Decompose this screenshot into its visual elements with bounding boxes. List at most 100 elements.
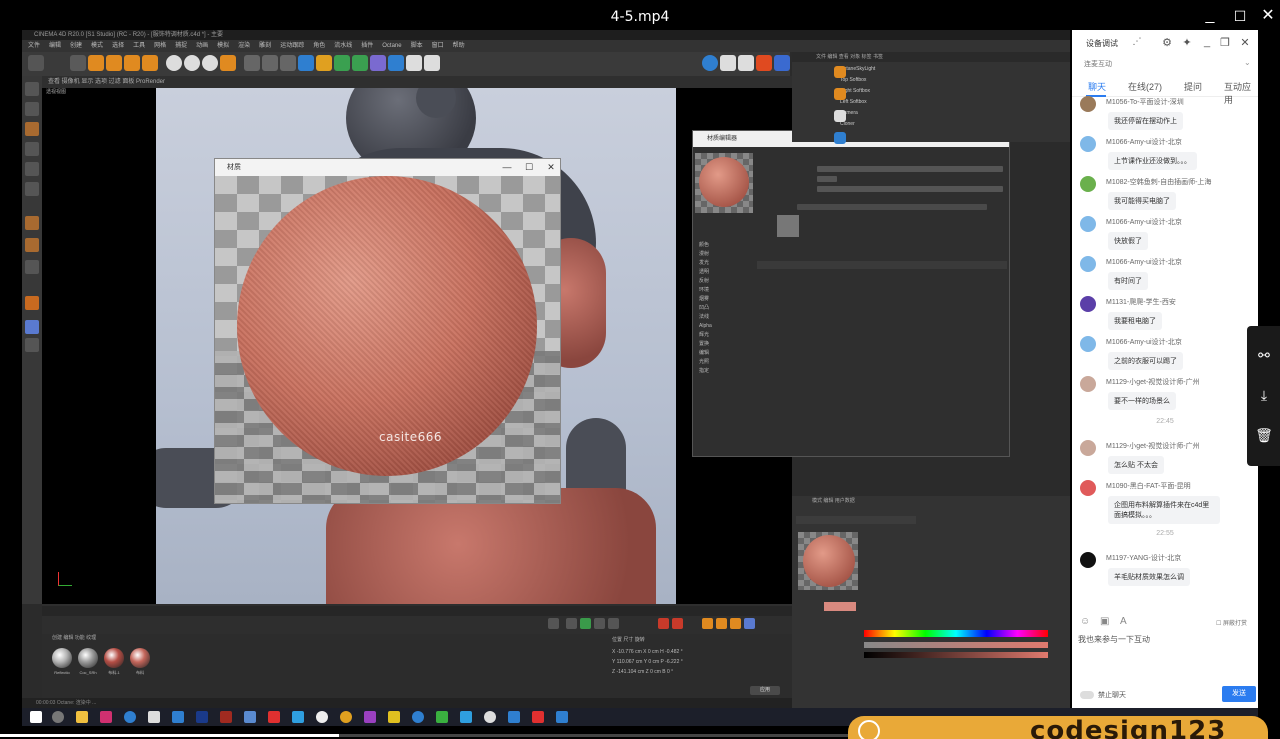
trash-icon[interactable]: 🗑 [1255, 426, 1273, 444]
go-start-icon[interactable] [548, 618, 559, 629]
chat-message-list[interactable]: M1056-To-平面设计-深圳 我还停留在摆动作上 M1066-Amy-ui设计-… [1072, 92, 1258, 612]
c4d-menu-item[interactable]: 脚本 [411, 43, 423, 49]
obs-icon[interactable] [484, 711, 496, 723]
message-author[interactable]: M1056-To-平面设计-深圳 [1106, 97, 1184, 107]
object-row[interactable]: Left Softbox [840, 99, 867, 106]
avatar[interactable] [1080, 96, 1096, 112]
rotate-icon[interactable] [124, 55, 140, 71]
chevron-down-icon[interactable]: ⌄ [1244, 58, 1251, 67]
c4d-menu-item[interactable]: 模拟 [217, 43, 229, 49]
emoji-icon[interactable]: ☺ [1080, 616, 1090, 627]
qq-icon[interactable] [292, 711, 304, 723]
camera-icon[interactable] [406, 55, 422, 71]
object-row[interactable]: Top Softbox [840, 77, 866, 84]
notes-icon[interactable] [508, 711, 520, 723]
c4d-menu-item[interactable]: 捕捉 [175, 43, 187, 49]
c4d-menu-item[interactable]: 选择 [112, 43, 124, 49]
avatar[interactable] [1080, 336, 1096, 352]
script-icon[interactable] [756, 55, 772, 71]
live-viewer-icon[interactable] [720, 55, 736, 71]
message-author[interactable]: M1066-Amy-ui设计-北京 [1106, 337, 1182, 347]
floor-icon[interactable] [388, 55, 404, 71]
edge-icon[interactable] [172, 711, 184, 723]
octane-icon[interactable] [702, 55, 718, 71]
render-icon[interactable] [262, 55, 278, 71]
channel-item[interactable]: 透明 [695, 268, 753, 277]
media-icon[interactable] [364, 711, 376, 723]
render-view-icon[interactable] [244, 55, 260, 71]
avatar[interactable] [1080, 256, 1096, 272]
message-author[interactable]: M1131-爬爬-学生-西安 [1106, 297, 1176, 307]
material-swatch[interactable] [52, 648, 72, 668]
avatar[interactable] [1080, 376, 1096, 392]
prev-frame-icon[interactable] [566, 618, 577, 629]
hue-slider[interactable] [864, 630, 1048, 637]
c4d-menu-item[interactable]: 插件 [361, 43, 373, 49]
font-icon[interactable]: A [1120, 616, 1127, 627]
c4d-menu-item[interactable]: Octane [382, 43, 401, 49]
search-icon[interactable] [52, 711, 64, 723]
grid-icon[interactable] [25, 338, 39, 352]
channel-item[interactable]: 辉光 [695, 331, 753, 340]
folder-icon[interactable] [76, 711, 88, 723]
channel-item[interactable]: 置换 [695, 340, 753, 349]
mat-maximize-button[interactable]: ☐ [519, 159, 539, 176]
light-icon[interactable] [424, 55, 440, 71]
mat-minimize-button[interactable]: — [497, 159, 517, 176]
polygons-icon[interactable] [25, 182, 39, 196]
chat-input[interactable]: 我也来参与一下互动 [1078, 634, 1252, 674]
wechat-icon[interactable] [436, 711, 448, 723]
edges-icon[interactable] [25, 162, 39, 176]
workplane-icon[interactable] [25, 260, 39, 274]
scale-icon[interactable] [106, 55, 122, 71]
recent-icon[interactable] [142, 55, 158, 71]
share-icon[interactable]: ⚯ [1255, 346, 1273, 364]
message-author[interactable]: M1066-Amy-ui设计-北京 [1106, 137, 1182, 147]
magnet-icon[interactable] [25, 296, 39, 310]
z-axis-icon[interactable] [202, 55, 218, 71]
c4d-menu-item[interactable]: 雕刻 [259, 43, 271, 49]
channel-item[interactable]: 指定 [695, 367, 753, 376]
c4d-icon[interactable] [244, 711, 256, 723]
channel-item[interactable]: 反射 [695, 277, 753, 286]
select-icon[interactable] [70, 55, 86, 71]
material-preview-window[interactable]: 材质 — ☐ ✕ casite666 [214, 158, 561, 504]
next-frame-icon[interactable] [594, 618, 605, 629]
chat-minimize-icon[interactable]: _ [1200, 36, 1214, 48]
channel-item[interactable]: 法线 [695, 313, 753, 322]
c4d-menu-item[interactable]: 工具 [133, 43, 145, 49]
c4d-menu-item[interactable]: 角色 [313, 43, 325, 49]
channel-item[interactable]: Alpha [695, 322, 753, 331]
chrome-icon[interactable] [340, 711, 352, 723]
mat-close-button[interactable]: ✕ [541, 159, 561, 176]
undo-icon[interactable] [28, 55, 44, 71]
maximize-button[interactable]: ☐ [1226, 4, 1254, 28]
channel-item[interactable]: 环境 [695, 286, 753, 295]
block-reward-checkbox[interactable]: ☐ 屏蔽打赏 [1216, 618, 1247, 627]
material-swatch[interactable] [78, 648, 98, 668]
subdivision-icon[interactable] [334, 55, 350, 71]
chat-popout-icon[interactable]: ❐ [1218, 36, 1232, 49]
channel-item[interactable]: 烟雾 [695, 295, 753, 304]
apply-button[interactable]: 应用 [750, 686, 780, 695]
points-icon[interactable] [25, 142, 39, 156]
value-slider[interactable] [864, 652, 1048, 658]
material-editor-dialog[interactable]: 材质编辑器 ☐ ✕ 颜色漫射发光透明反射环境烟雾凹凸法线Alpha辉光置换编辑光… [692, 130, 1010, 457]
key-param-icon[interactable] [744, 618, 755, 629]
signal-icon[interactable]: ⋰ [1130, 36, 1144, 47]
deformer-icon[interactable] [370, 55, 386, 71]
snap-icon[interactable] [25, 216, 39, 230]
message-author[interactable]: M1082-空韩鱼刺-自由插画师-上海 [1106, 177, 1211, 187]
object-row[interactable]: Cloner [840, 121, 855, 128]
app-icon[interactable] [100, 711, 112, 723]
key-rot-icon[interactable] [716, 618, 727, 629]
photoshop-icon[interactable] [196, 711, 208, 723]
pen-icon[interactable] [316, 55, 332, 71]
material-swatch[interactable] [130, 648, 150, 668]
image-icon[interactable]: ▣ [1100, 616, 1109, 627]
device-debug-label[interactable]: 设备调试 [1086, 38, 1118, 49]
start-icon[interactable] [30, 711, 42, 723]
calculator-icon[interactable] [148, 711, 160, 723]
sculpt-icon[interactable] [25, 238, 39, 252]
material-swatch[interactable] [104, 648, 124, 668]
